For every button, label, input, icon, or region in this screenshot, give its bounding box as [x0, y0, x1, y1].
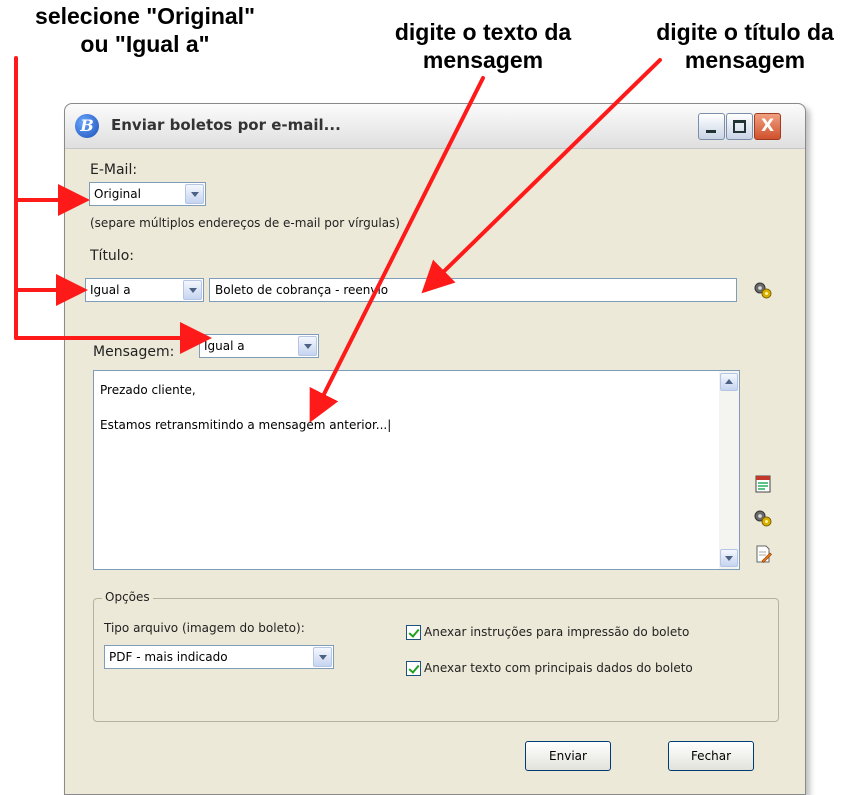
- annotation-arrows: [14, 56, 662, 423]
- arrow-to-message-body: [309, 76, 485, 423]
- arrow-to-title-input: [421, 58, 662, 294]
